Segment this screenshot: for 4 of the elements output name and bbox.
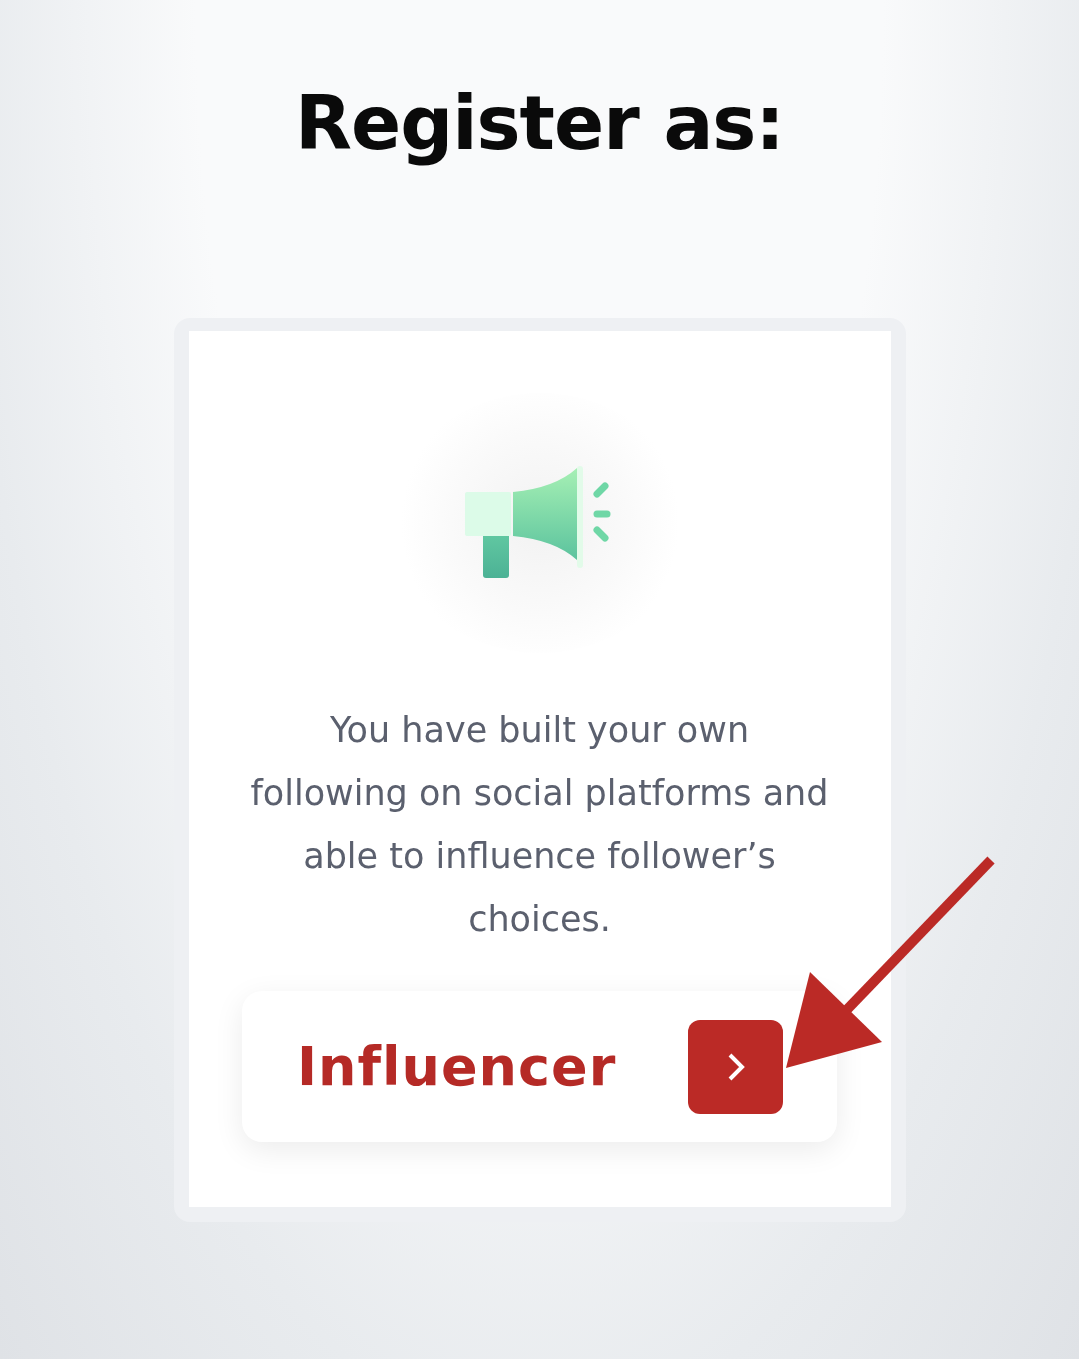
influencer-button[interactable]: Influencer [242, 991, 837, 1142]
chevron-right-icon [688, 1019, 783, 1114]
page-heading: Register as: [295, 79, 784, 168]
description-text: You have built your own following on social platforms and able to influence follower’s choices. [249, 709, 830, 941]
